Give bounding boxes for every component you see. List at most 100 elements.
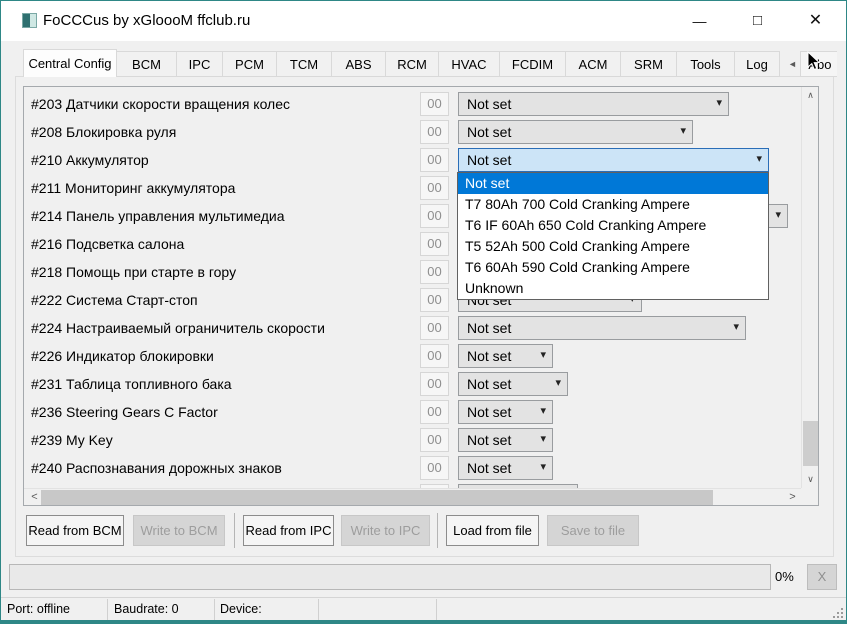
status-baudrate: Baudrate: 0 xyxy=(114,598,179,621)
status-bar: Port: offlineBaudrate: 0Device: xyxy=(1,597,846,620)
parameter-label: #240 Распознавания дорожных знаков xyxy=(31,454,282,482)
tab-srm[interactable]: SRM xyxy=(620,51,677,77)
value-field[interactable]: 00 xyxy=(420,316,449,340)
tab-strip: Central ConfigBCMIPCPCMTCMABSRCMHVACFCDI… xyxy=(23,49,837,77)
parameter-label: #210 Аккумулятор xyxy=(31,146,149,174)
chevron-down-icon: ▾ xyxy=(756,149,762,171)
value-combobox[interactable]: Not set▾ xyxy=(458,428,553,452)
tab-scroll-left-icon[interactable]: ◄ xyxy=(780,51,801,77)
value-combobox[interactable]: Not set ▾ xyxy=(458,92,729,116)
write-to-bcm-button: Write to BCM xyxy=(133,515,225,546)
tab-log[interactable]: Log xyxy=(734,51,780,77)
dropdown-option[interactable]: T6 60Ah 590 Cold Cranking Ampere xyxy=(458,257,768,278)
value-field[interactable]: 00 xyxy=(420,260,449,284)
dropdown-option[interactable]: Not set xyxy=(458,173,768,194)
value-field[interactable]: 00 xyxy=(420,92,449,116)
tab-bcm[interactable]: BCM xyxy=(116,51,177,77)
tab-abo[interactable]: Abo xyxy=(800,51,837,77)
combobox-selected-value: Not set xyxy=(467,429,511,451)
combobox-selected-value: Not set xyxy=(467,345,511,367)
value-field[interactable]: 00 xyxy=(420,176,449,200)
close-button[interactable]: ✕ xyxy=(793,6,838,36)
value-combobox[interactable]: Not set▾ xyxy=(458,456,553,480)
load-from-file-button[interactable]: Load from file xyxy=(446,515,539,546)
parameter-label: #208 Блокировка руля xyxy=(31,118,176,146)
value-field[interactable]: 00 xyxy=(420,232,449,256)
tab-ipc[interactable]: IPC xyxy=(176,51,223,77)
parameter-row: #210 Аккумулятор 00 Not set▾ xyxy=(24,146,801,174)
value-combobox[interactable]: Not set ▾ xyxy=(458,316,746,340)
value-field[interactable]: 00 xyxy=(420,148,449,172)
value-combobox[interactable]: Not set▾ xyxy=(458,148,769,172)
tab-hvac[interactable]: HVAC xyxy=(438,51,500,77)
vertical-scroll-thumb[interactable] xyxy=(803,421,818,466)
dropdown-option[interactable]: T7 80Ah 700 Cold Cranking Ampere xyxy=(458,194,768,215)
tab-rcm[interactable]: RCM xyxy=(385,51,439,77)
dropdown-option[interactable]: Unknown xyxy=(458,278,768,299)
tab-tools[interactable]: Tools xyxy=(676,51,735,77)
progress-bar xyxy=(9,564,771,590)
combobox-selected-value: Not set xyxy=(467,121,511,143)
parameter-label: #236 Steering Gears C Factor xyxy=(31,398,218,426)
combobox-selected-value: Not set xyxy=(467,401,511,423)
parameter-list: #203 Датчики скорости вращения колес00No… xyxy=(23,86,819,506)
vertical-scrollbar[interactable]: ∧ ∨ xyxy=(801,87,818,488)
chevron-down-icon: ▾ xyxy=(716,93,722,115)
battery-dropdown-list: Not setT7 80Ah 700 Cold Cranking AmpereT… xyxy=(457,172,769,300)
minimize-button[interactable]: — xyxy=(677,6,722,36)
status-separator xyxy=(318,599,319,620)
read-from-bcm-button[interactable]: Read from BCM xyxy=(26,515,124,546)
tab-abs[interactable]: ABS xyxy=(331,51,386,77)
scroll-right-icon[interactable]: > xyxy=(784,489,801,506)
maximize-button[interactable]: □ xyxy=(735,6,780,36)
status-separator xyxy=(214,599,215,620)
status-port: Port: offline xyxy=(7,598,70,621)
value-combobox[interactable]: Not set ▾ xyxy=(458,120,693,144)
value-field[interactable]: 00 xyxy=(420,120,449,144)
tab-acm[interactable]: ACM xyxy=(565,51,621,77)
value-field[interactable]: 00 xyxy=(420,204,449,228)
value-field[interactable]: 00 xyxy=(420,344,449,368)
value-combobox[interactable]: Not set▾ xyxy=(458,372,568,396)
value-field[interactable]: 00 xyxy=(420,428,449,452)
window-title: FoCCCus by xGloooM ffclub.ru xyxy=(43,1,250,41)
combobox-selected-value: Not set xyxy=(467,457,511,479)
combobox-selected-value: Not set xyxy=(467,93,511,115)
value-combobox[interactable]: Not set▾ xyxy=(458,400,553,424)
dropdown-option[interactable]: T6 IF 60Ah 650 Cold Cranking Ampere xyxy=(458,215,768,236)
status-separator xyxy=(436,599,437,620)
dropdown-option[interactable]: T5 52Ah 500 Cold Cranking Ampere xyxy=(458,236,768,257)
tab-tcm[interactable]: TCM xyxy=(276,51,332,77)
app-icon xyxy=(22,13,37,28)
horizontal-scrollbar[interactable]: < > xyxy=(24,488,801,505)
combobox-selected-value: Not set xyxy=(467,317,511,339)
status-separator xyxy=(107,599,108,620)
value-field[interactable]: 00 xyxy=(420,372,449,396)
horizontal-scroll-thumb[interactable] xyxy=(41,490,713,505)
resize-grip[interactable] xyxy=(831,606,843,618)
read-from-ipc-button[interactable]: Read from IPC xyxy=(243,515,334,546)
tab-fcdim[interactable]: FCDIM xyxy=(499,51,566,77)
write-to-ipc-button: Write to IPC xyxy=(341,515,430,546)
title-bar: FoCCCus by xGloooM ffclub.ru — □ ✕ xyxy=(1,1,846,41)
parameter-row: #203 Датчики скорости вращения колес00No… xyxy=(24,90,801,118)
chevron-down-icon: ▾ xyxy=(733,317,739,339)
value-field[interactable]: 00 xyxy=(420,400,449,424)
parameter-label: #214 Панель управления мультимедиа xyxy=(31,202,285,230)
scroll-up-icon[interactable]: ∧ xyxy=(802,87,819,104)
value-combobox[interactable]: Not set ▾ xyxy=(458,344,553,368)
save-to-file-button: Save to file xyxy=(547,515,639,546)
tab-central-config[interactable]: Central Config xyxy=(23,49,117,77)
scroll-down-icon[interactable]: ∨ xyxy=(802,471,819,488)
progress-percent: 0% xyxy=(775,564,803,590)
chevron-down-icon: ▾ xyxy=(680,121,686,143)
parameter-label: #224 Настраиваемый ограничитель скорости xyxy=(31,314,325,342)
tab-pcm[interactable]: PCM xyxy=(222,51,277,77)
value-field[interactable]: 00 xyxy=(420,456,449,480)
parameter-row: #239 My Key00Not set▾ xyxy=(24,426,801,454)
parameter-row: #224 Настраиваемый ограничитель скорости… xyxy=(24,314,801,342)
value-field[interactable]: 00 xyxy=(420,288,449,312)
parameter-row: #236 Steering Gears C Factor 00 Not set▾ xyxy=(24,398,801,426)
chevron-down-icon: ▾ xyxy=(540,345,546,367)
parameter-label: #216 Подсветка салона xyxy=(31,230,184,258)
